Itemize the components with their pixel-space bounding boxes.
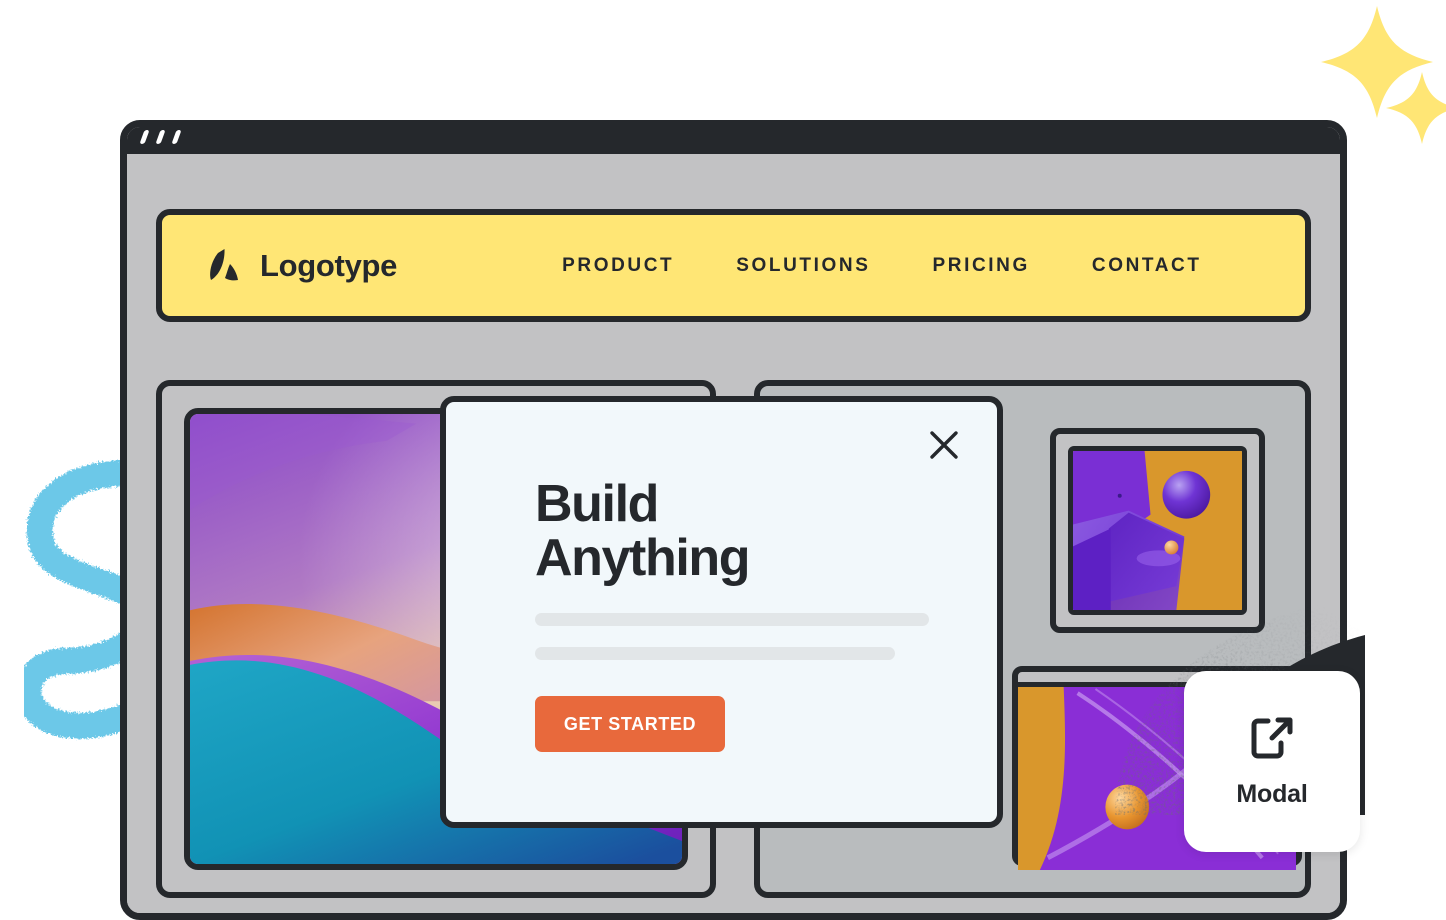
nav-link-solutions[interactable]: SOLUTIONS xyxy=(736,255,870,277)
site-navbar: Logotype PRODUCT SOLUTIONS PRICING CONTA… xyxy=(156,209,1311,322)
modal-dialog: Build Anything GET STARTED xyxy=(440,396,1003,828)
sparkle-small-icon xyxy=(1386,72,1446,144)
nav-link-pricing[interactable]: PRICING xyxy=(933,255,1030,277)
skeleton-line-1 xyxy=(535,613,929,626)
mountain-logo-icon xyxy=(210,248,238,280)
window-controls[interactable] xyxy=(139,130,182,144)
brand-name: Logotype xyxy=(260,247,398,283)
external-link-icon xyxy=(1251,717,1293,759)
close-x-icon[interactable] xyxy=(927,428,961,462)
window-dot-2[interactable] xyxy=(155,130,166,144)
skeleton-line-2 xyxy=(535,647,895,660)
nav-links: PRODUCT SOLUTIONS PRICING CONTACT xyxy=(562,255,1201,277)
window-title-bar xyxy=(127,127,1340,154)
modal-badge-label: Modal xyxy=(1236,780,1308,808)
get-started-button[interactable]: GET STARTED xyxy=(535,696,725,752)
art-card-top xyxy=(1050,428,1265,633)
brand[interactable]: Logotype xyxy=(206,247,397,285)
abstract-3d-artwork-top xyxy=(1073,451,1242,610)
window-dot-1[interactable] xyxy=(139,130,150,144)
window-dot-3[interactable] xyxy=(171,130,182,144)
sparkle-large-icon xyxy=(1321,6,1433,118)
modal-badge-card[interactable]: Modal xyxy=(1184,671,1360,852)
art-card-top-frame xyxy=(1068,446,1247,615)
modal-title: Build Anything xyxy=(535,475,750,587)
nav-link-contact[interactable]: CONTACT xyxy=(1092,255,1202,277)
nav-link-product[interactable]: PRODUCT xyxy=(562,255,674,277)
